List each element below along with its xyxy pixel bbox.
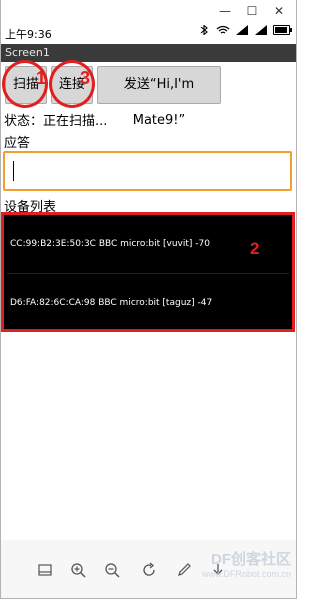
rotate-icon[interactable] <box>141 562 157 578</box>
annotation-number-3: 3 <box>80 68 91 88</box>
annotation-number-1: 1 <box>36 68 47 88</box>
status-time: 上午9:36 <box>5 28 52 41</box>
device-list: CC:99:B2:3E:50:3C BBC micro:bit [vuvit] … <box>1 212 295 332</box>
minimize-button[interactable]: — <box>215 3 235 19</box>
watermark-title: DF创客社区 <box>211 551 291 568</box>
window-titlebar: — ☐ ✕ <box>1 0 296 22</box>
close-button[interactable]: ✕ <box>269 3 289 19</box>
list-divider <box>7 273 289 274</box>
send-button[interactable]: 发送“Hi,I'm Mate9!” <box>97 66 221 128</box>
answer-label: 应答 <box>4 136 31 151</box>
battery-level <box>275 27 287 33</box>
wifi-icon <box>216 25 230 34</box>
signal-icon-2 <box>255 25 267 35</box>
signal-icon <box>236 25 248 35</box>
screenshot-icon[interactable] <box>37 562 53 578</box>
watermark-url: www.DFRobot.com.cn <box>201 569 291 579</box>
device-item[interactable]: D6:FA:82:6C:CA:98 BBC micro:bit [taguz] … <box>10 298 212 308</box>
watermark: DF创客社区 www.DFRobot.com.cn <box>202 548 291 579</box>
answer-input[interactable] <box>3 151 292 191</box>
text-cursor <box>13 161 14 181</box>
bluetooth-icon <box>200 25 208 35</box>
annotation-number-2: 2 <box>250 239 260 258</box>
android-status-bar: 上午9:36 <box>1 22 296 44</box>
device-item[interactable]: CC:99:B2:3E:50:3C BBC micro:bit [vuvit] … <box>10 239 210 249</box>
zoom-out-icon[interactable] <box>104 562 120 578</box>
battery-icon <box>273 25 292 35</box>
zoom-in-icon[interactable] <box>70 562 86 578</box>
edit-icon[interactable] <box>176 562 192 578</box>
status-text: 状态：正在扫描... <box>4 114 108 129</box>
maximize-button[interactable]: ☐ <box>242 3 262 19</box>
app-titlebar: Screen1 <box>1 44 296 62</box>
